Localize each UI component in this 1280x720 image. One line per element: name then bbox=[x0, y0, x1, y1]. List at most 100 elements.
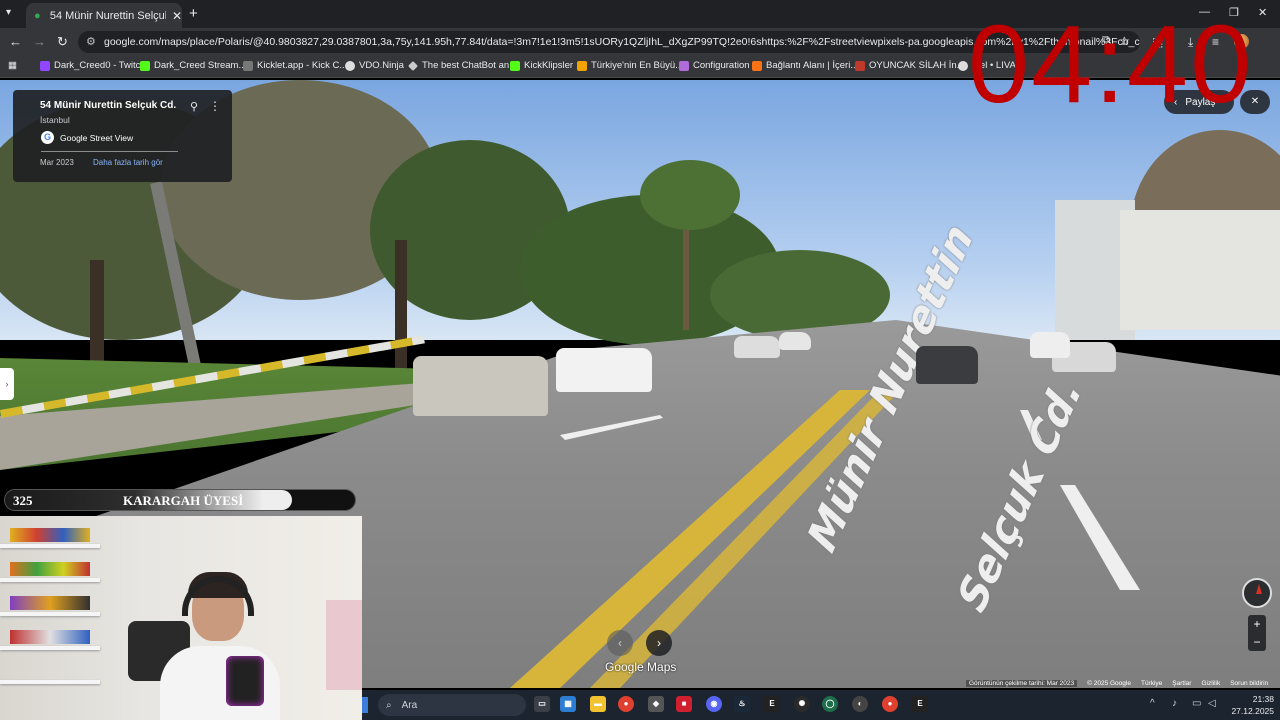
epic-games-icon[interactable]: E bbox=[912, 696, 928, 712]
previous-arrow-icon[interactable]: ‹ bbox=[607, 630, 633, 656]
epic-games-icon[interactable]: E bbox=[764, 696, 780, 712]
bookmark-label: The best ChatBot an... bbox=[422, 60, 518, 71]
source-label: Google Street View bbox=[60, 132, 134, 143]
chrome-icon[interactable]: ● bbox=[618, 696, 634, 712]
shelf bbox=[0, 646, 100, 650]
taskbar-search[interactable]: ⌕ Ara bbox=[378, 694, 526, 716]
microphone-icon[interactable]: ♪ bbox=[1172, 698, 1177, 709]
app-icon[interactable]: ◯ bbox=[822, 696, 838, 712]
tray-chevron-icon[interactable]: ^ bbox=[1150, 698, 1155, 709]
next-arrow-icon[interactable]: › bbox=[646, 630, 672, 656]
parked-car bbox=[556, 348, 652, 392]
shelf bbox=[0, 680, 100, 684]
clock-date: 27.12.2025 bbox=[1231, 706, 1274, 716]
task-view-icon[interactable]: ▭ bbox=[534, 696, 550, 712]
bookmark-8[interactable]: Bağlantı Alanı | İçeri... bbox=[752, 60, 858, 71]
more-dates-link[interactable]: Daha fazla tarih gör bbox=[93, 158, 163, 167]
moving-car bbox=[916, 346, 978, 384]
configuration-icon bbox=[679, 60, 689, 71]
capture-date: Mar 2023 bbox=[40, 158, 74, 167]
chatgpt-icon[interactable]: ✺ bbox=[794, 696, 810, 712]
bookmark-3[interactable]: VDO.Ninja bbox=[345, 60, 404, 71]
report-link[interactable]: Sorun bildirin bbox=[1230, 680, 1268, 687]
search-placeholder: Ara bbox=[401, 699, 418, 711]
shelf bbox=[0, 544, 100, 548]
compass-icon[interactable] bbox=[1242, 578, 1272, 608]
privacy-link[interactable]: Gizlilik bbox=[1201, 680, 1220, 687]
system-clock[interactable]: 21:38 27.12.2025 bbox=[1226, 693, 1274, 717]
windows-taskbar: ⌕ Ara ▭ ▦ ▬ ● ◆ ■ ◉ ♨ E ✺ ◯ ◐ ● E ^ ♪ ▭ … bbox=[362, 690, 1280, 720]
map-attribution: Görüntünün çekilme tarihi: Mar 2023 © 20… bbox=[966, 680, 1268, 687]
bookmark-label: OYUNCAK SİLAH İn... bbox=[869, 60, 965, 71]
reload-icon[interactable]: ↻ bbox=[57, 34, 68, 50]
tab-search-icon[interactable]: ▾ bbox=[6, 7, 11, 18]
expand-panel-icon[interactable]: › bbox=[0, 368, 14, 400]
display-icon[interactable]: ▭ bbox=[1192, 698, 1201, 709]
zoom-in-icon[interactable]: + bbox=[1248, 615, 1266, 633]
close-tab-icon[interactable]: ✕ bbox=[172, 9, 182, 23]
zoom-control: + − bbox=[1248, 615, 1266, 651]
maps-pin-icon: ● bbox=[34, 9, 41, 22]
bookmark-1[interactable]: Dark_Creed Stream... bbox=[140, 60, 246, 71]
parked-car bbox=[413, 356, 548, 416]
windows-start-icon[interactable] bbox=[362, 697, 368, 713]
place-title: 54 Münir Nurettin Selçuk Cd. bbox=[40, 100, 177, 111]
place-info-card: 54 Münir Nurettin Selçuk Cd. İstanbul ⚲ … bbox=[13, 90, 232, 182]
browser-tab[interactable]: ● 54 Münir Nurettin Selçuk Cd. · ✕ bbox=[26, 3, 182, 28]
back-icon[interactable]: ← bbox=[9, 34, 22, 49]
place-city: İstanbul bbox=[40, 115, 70, 125]
bookmark-6[interactable]: Türkiye'nin En Büyü... bbox=[577, 60, 683, 71]
bookmark-9[interactable]: OYUNCAK SİLAH İn... bbox=[855, 60, 965, 71]
bookmark-label: Türkiye'nin En Büyü... bbox=[591, 60, 684, 71]
bookmark-2[interactable]: Kicklet.app - Kick C... bbox=[243, 60, 347, 71]
close-window-icon[interactable]: ✕ bbox=[1258, 6, 1267, 19]
site-info-icon[interactable]: ⚙ bbox=[86, 35, 96, 48]
link-icon bbox=[752, 60, 762, 71]
chrome-icon[interactable]: ● bbox=[882, 696, 898, 712]
countdown-timer: 04:40 bbox=[968, 3, 1254, 126]
rank-current: 325 bbox=[13, 493, 33, 508]
shelf bbox=[0, 578, 100, 582]
volume-icon[interactable]: ◁ bbox=[1208, 698, 1216, 709]
google-icon: G bbox=[41, 131, 54, 144]
zoom-out-icon[interactable]: − bbox=[1248, 633, 1266, 651]
bookmark-label: KickKlipsler bbox=[524, 60, 574, 71]
bookmark-5[interactable]: KickKlipsler bbox=[510, 60, 573, 71]
apps-grid-icon[interactable]: ▦ bbox=[8, 60, 17, 71]
app-icon[interactable]: ■ bbox=[676, 696, 692, 712]
store-icon[interactable]: ▦ bbox=[560, 696, 576, 712]
bookmark-label: VDO.Ninja bbox=[359, 60, 404, 71]
rank-progress-bar: 325 KARARGAH ÜYESİ 400 bbox=[4, 489, 356, 511]
kicklet-icon bbox=[243, 60, 253, 71]
bookmark-0[interactable]: Dark_Creed0 - Twitch bbox=[40, 60, 146, 71]
new-tab-icon[interactable]: + bbox=[189, 5, 198, 22]
divider bbox=[41, 151, 178, 152]
pink-cabinet bbox=[326, 600, 362, 690]
country-link[interactable]: Türkiye bbox=[1141, 680, 1162, 687]
vdo-ninja-icon bbox=[345, 60, 355, 71]
forward-icon[interactable]: → bbox=[33, 34, 46, 49]
parked-car bbox=[779, 332, 811, 350]
bookmark-label: Kicklet.app - Kick C... bbox=[257, 60, 348, 71]
bookmark-label: Dark_Creed0 - Twitch bbox=[54, 60, 146, 71]
bookmark-label: Bağlantı Alanı | İçeri... bbox=[766, 60, 859, 71]
location-pin-icon[interactable]: ⚲ bbox=[190, 100, 198, 113]
site-icon bbox=[577, 60, 587, 71]
site-icon bbox=[958, 60, 968, 71]
google-maps-logo: Google Maps bbox=[605, 660, 677, 674]
bookmark-4[interactable]: The best ChatBot an... bbox=[408, 60, 517, 71]
discord-icon[interactable]: ◉ bbox=[706, 696, 722, 712]
bookmark-7[interactable]: Configuration bbox=[679, 60, 750, 71]
more-options-icon[interactable]: ⋮ bbox=[209, 99, 221, 113]
app-icon[interactable]: ◆ bbox=[648, 696, 664, 712]
steam-icon[interactable]: ♨ bbox=[734, 696, 750, 712]
webcam-feed bbox=[0, 516, 362, 720]
file-explorer-icon[interactable]: ▬ bbox=[590, 696, 606, 712]
toy-figures bbox=[10, 596, 90, 610]
capture-date-attribution: Görüntünün çekilme tarihi: Mar 2023 bbox=[966, 680, 1078, 687]
shelf bbox=[0, 612, 100, 616]
toy-figures bbox=[10, 630, 90, 644]
shop-icon bbox=[855, 60, 865, 71]
terms-link[interactable]: Şartlar bbox=[1172, 680, 1191, 687]
app-icon[interactable]: ◐ bbox=[852, 696, 868, 712]
